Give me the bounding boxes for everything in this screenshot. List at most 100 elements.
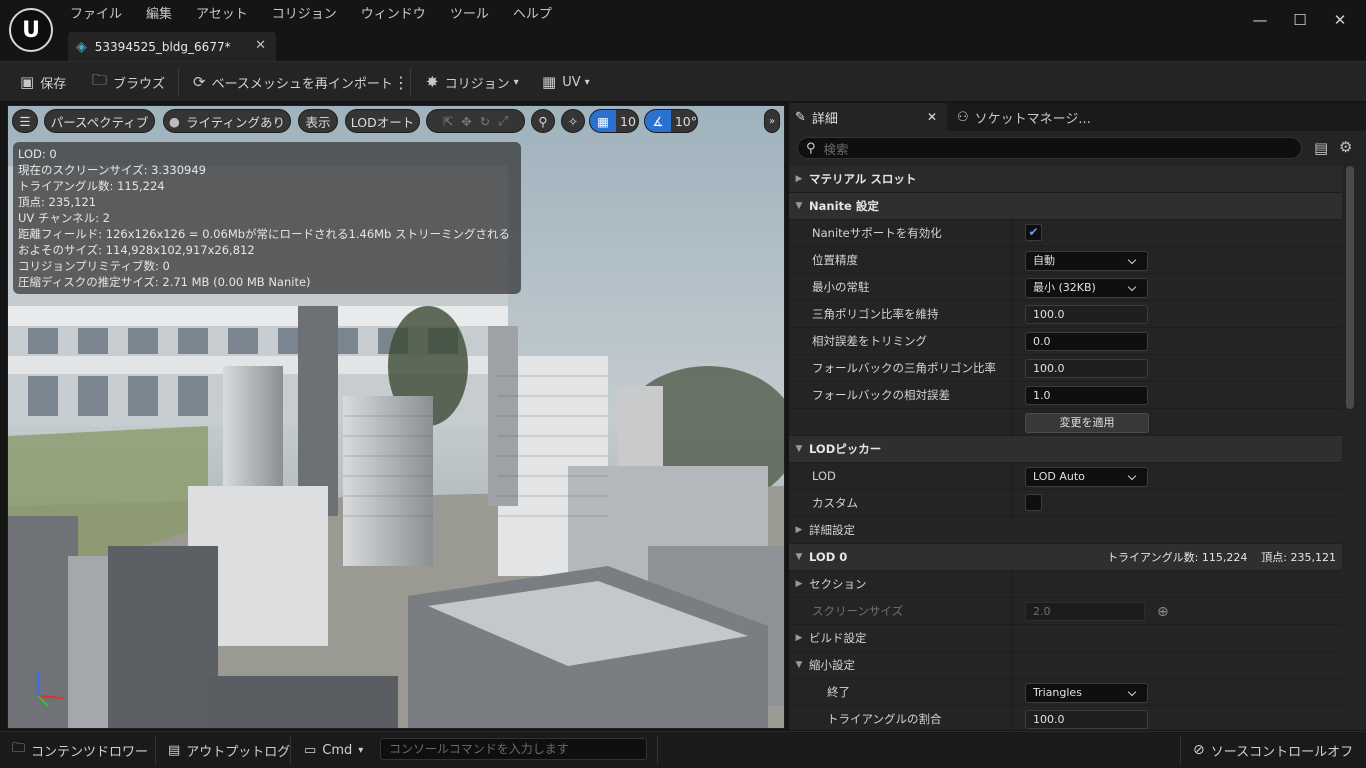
custom-checkbox[interactable]	[1025, 494, 1042, 511]
transform-tools[interactable]: ⇱ ✥ ↻ ⤢	[426, 109, 525, 133]
stat-line: LOD: 0	[18, 147, 57, 161]
uv-grid-icon: ▦	[542, 73, 557, 91]
camera-speed-icon[interactable]: ⚲	[531, 109, 555, 133]
menu-help[interactable]: ヘルプ	[501, 6, 564, 24]
expand-toolbar-icon[interactable]: »	[764, 109, 780, 133]
category-lod0[interactable]: ▼ LOD 0 トライアングル数: 115,224 頂点: 235,121	[789, 544, 1342, 571]
no-source-control-icon: ⊘	[1193, 742, 1205, 758]
nanite-enable-checkbox[interactable]: ✔	[1025, 224, 1042, 241]
menu-bar: ファイル 編集 アセット コリジョン ウィンドウ ツール ヘルプ	[58, 6, 564, 24]
min-resident-dropdown[interactable]: 最小 (32KB)	[1025, 278, 1148, 298]
asset-tab[interactable]: ◈ 53394525_bldg_6677* ✕	[68, 32, 276, 61]
viewport[interactable]: ☰ パースペクティブ ● ライティングあり 表示 LODオート ⇱ ✥ ↻ ⤢ ⚲ ✧…	[7, 105, 785, 729]
fallback-relative-field[interactable]: 1.0	[1025, 386, 1148, 405]
prop-build-settings[interactable]: ▶ ビルド設定	[789, 625, 1342, 652]
search-input[interactable]: ⚲ 検索	[797, 137, 1302, 159]
asset-tab-label: 53394525_bldg_6677*	[94, 39, 231, 54]
prop-lod: LOD LOD Auto	[789, 463, 1342, 490]
lighting-button[interactable]: ● ライティングあり	[163, 109, 291, 133]
toolbar-divider	[178, 68, 179, 96]
prop-custom: カスタム	[789, 490, 1342, 517]
toolbar-divider	[410, 68, 411, 96]
category-nanite[interactable]: ▼ Nanite 設定	[789, 193, 1342, 220]
surface-snap-icon[interactable]: ✧	[561, 109, 585, 133]
apply-changes-button[interactable]: 変更を適用	[1025, 413, 1149, 433]
category-material-slots[interactable]: ▶ マテリアル スロット	[789, 166, 1342, 193]
termination-dropdown[interactable]: Triangles	[1025, 683, 1148, 703]
tab-details[interactable]: ✎ 詳細 ✕	[789, 103, 947, 131]
menu-asset[interactable]: アセット	[184, 6, 260, 24]
menu-tools[interactable]: ツール	[438, 6, 501, 24]
collision-label: コリジョン	[444, 76, 510, 92]
console-input[interactable]: コンソールコマンドを入力します	[380, 738, 647, 760]
cmd-dropdown[interactable]: ▭ Cmd ▾	[304, 732, 363, 768]
collision-icon: ✸	[426, 73, 439, 91]
reimport-button[interactable]: ⟳ ベースメッシュを再インポート	[193, 62, 393, 102]
grid-snap-toggle[interactable]: ▦ 10	[589, 109, 639, 133]
prop-label: 縮小設定	[809, 658, 855, 672]
close-tab-icon[interactable]: ✕	[255, 38, 266, 53]
output-log-button[interactable]: ▤ アウトプットログ	[168, 732, 290, 768]
prop-label: カスタム	[812, 496, 858, 510]
close-tab-icon[interactable]: ✕	[927, 110, 937, 124]
chevron-right-icon: ▶	[795, 174, 803, 184]
keep-triangle-field[interactable]: 100.0	[1025, 305, 1148, 324]
gear-icon[interactable]: ⚙	[1339, 138, 1352, 156]
add-icon[interactable]: ⊕	[1157, 604, 1169, 620]
angle-snap-icon: ∡	[645, 110, 671, 132]
select-icon[interactable]: ⇱	[443, 114, 461, 129]
triangle-percent-field[interactable]: 100.0	[1025, 710, 1148, 729]
perspective-button[interactable]: パースペクティブ	[44, 109, 155, 133]
viewport-menu-icon[interactable]: ☰	[12, 109, 38, 133]
stat-line: 現在のスクリーンサイズ: 3.330949	[18, 163, 206, 177]
content-drawer-label: コンテンツドロワー	[31, 744, 149, 760]
source-control-button[interactable]: ⊘ ソースコントロールオフ	[1193, 732, 1353, 768]
rotate-icon[interactable]: ↻	[480, 114, 498, 129]
prop-advanced[interactable]: ▶ 詳細設定	[789, 517, 1342, 544]
trim-relative-field[interactable]: 0.0	[1025, 332, 1148, 351]
chevron-right-icon: ▶	[795, 633, 803, 643]
rotation-snap-toggle[interactable]: ∡ 10°	[644, 109, 698, 133]
more-options-icon[interactable]: ⋮	[393, 62, 409, 102]
show-button[interactable]: 表示	[298, 109, 338, 133]
category-lod-picker[interactable]: ▼ LODピッカー	[789, 436, 1342, 463]
terminal-icon: ▭	[304, 742, 317, 758]
collision-dropdown[interactable]: ✸ コリジョン ▾	[426, 62, 519, 102]
minimize-icon[interactable]: —	[1249, 10, 1271, 30]
chevron-down-icon: ▼	[795, 552, 803, 562]
menu-window[interactable]: ウィンドウ	[349, 6, 438, 24]
browse-button[interactable]: 🗀 ブラウズ	[92, 62, 165, 102]
save-label: 保存	[40, 76, 67, 92]
reimport-icon: ⟳	[193, 73, 206, 91]
prop-label: LOD	[812, 469, 836, 483]
save-button[interactable]: ▣ 保存	[20, 62, 66, 102]
prop-label: スクリーンサイズ	[812, 604, 904, 618]
menu-edit[interactable]: 編集	[134, 6, 184, 24]
lod-dropdown[interactable]: LOD Auto	[1025, 467, 1148, 487]
socket-icon: ⚇	[957, 109, 969, 125]
scale-icon[interactable]: ⤢	[498, 113, 516, 129]
scrollbar[interactable]	[1346, 166, 1354, 409]
close-window-icon[interactable]: ✕	[1329, 10, 1351, 30]
table-view-icon[interactable]: ▤	[1314, 139, 1328, 157]
content-drawer-button[interactable]: 🗀 コンテンツドロワー	[12, 732, 148, 768]
tab-socket-manager[interactable]: ⚇ ソケットマネージ...	[957, 103, 1107, 131]
move-icon[interactable]: ✥	[461, 114, 479, 129]
uv-dropdown[interactable]: ▦ UV ▾	[542, 62, 590, 102]
category-label: LOD 0	[809, 550, 848, 564]
prop-termination: 終了 Triangles	[789, 679, 1342, 706]
position-precision-dropdown[interactable]: 自動	[1025, 251, 1148, 271]
prop-trim-relative: 相対誤差をトリミング 0.0	[789, 328, 1342, 355]
unreal-logo[interactable]: U	[9, 8, 53, 52]
menu-collision[interactable]: コリジョン	[260, 6, 349, 24]
save-icon: ▣	[20, 73, 35, 91]
fallback-triangle-field[interactable]: 100.0	[1025, 359, 1148, 378]
menu-file[interactable]: ファイル	[58, 6, 134, 24]
stat-line: 距離フィールド: 126x126x126 = 0.06Mbが常にロードされる1.…	[18, 227, 511, 241]
prop-section[interactable]: ▶ セクション	[789, 571, 1342, 598]
maximize-icon[interactable]: ☐	[1289, 10, 1311, 30]
chevron-down-icon: ▼	[795, 444, 803, 454]
prop-apply: 変更を適用	[789, 409, 1342, 436]
prop-reduction-settings[interactable]: ▼ 縮小設定	[789, 652, 1342, 679]
lod-auto-button[interactable]: LODオート	[345, 109, 420, 133]
